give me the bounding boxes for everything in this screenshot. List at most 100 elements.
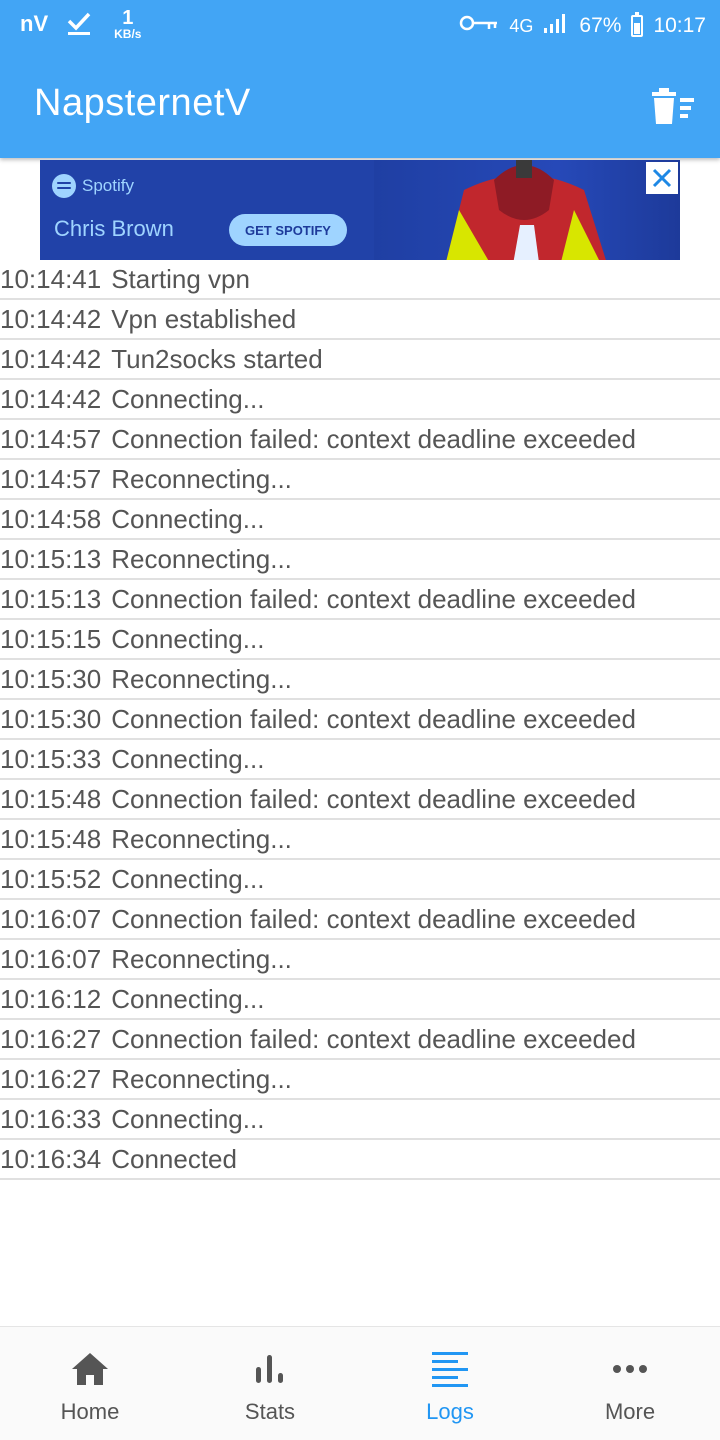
log-row: 10:16:33 Connecting...: [0, 1100, 720, 1140]
log-row: 10:14:42 Vpn established: [0, 300, 720, 340]
log-message: Connecting...: [111, 503, 265, 534]
log-row: 10:15:48 Reconnecting...: [0, 820, 720, 860]
home-icon: [70, 1351, 110, 1387]
log-message: Connecting...: [111, 383, 265, 414]
close-icon[interactable]: [646, 162, 678, 194]
tab-more-label: More: [604, 1399, 656, 1424]
clock: 10:17: [653, 14, 706, 37]
log-message: Connection failed: context deadline exce…: [111, 903, 636, 934]
log-list: 10:14:41 Starting vpn 10:14:42 Vpn establis…: [0, 260, 720, 1180]
check-icon: [66, 9, 92, 40]
ad-brand: Spotify: [52, 174, 134, 198]
ad-artwork: [446, 160, 606, 260]
top-bar: nV 1 KB/s 4G 67% 10:17 NapsternetV: [0, 0, 720, 158]
log-message: Connecting...: [111, 623, 265, 654]
log-row: 10:15:48 Connection failed: context deadl…: [0, 780, 720, 820]
log-time: 10:16:33: [0, 1103, 102, 1134]
tab-stats[interactable]: Stats: [180, 1327, 360, 1440]
log-message: Connecting...: [111, 1103, 265, 1134]
log-message: Connection failed: context deadline exce…: [111, 783, 636, 814]
network-speed: 1 KB/s: [114, 7, 142, 41]
log-row: 10:14:42 Connecting...: [0, 380, 720, 420]
log-message: Reconnecting...: [111, 463, 292, 494]
log-row: 10:16:27 Connection failed: context deadl…: [0, 1020, 720, 1060]
logs-icon: [430, 1351, 470, 1387]
app-bar: NapsternetV: [0, 52, 720, 158]
log-time: 10:15:33: [0, 743, 102, 774]
log-row: 10:15:15 Connecting...: [0, 620, 720, 660]
delete-sweep-icon[interactable]: [650, 88, 696, 124]
log-time: 10:14:42: [0, 383, 102, 414]
log-message: Vpn established: [111, 303, 297, 334]
log-row: 10:15:13 Reconnecting...: [0, 540, 720, 580]
log-time: 10:15:30: [0, 703, 102, 734]
ad-artist: Chris Brown: [54, 216, 174, 241]
log-time: 10:14:42: [0, 303, 102, 334]
tab-home-label: Home: [60, 1399, 120, 1424]
stats-icon: [250, 1351, 290, 1387]
log-row: 10:14:57 Connection failed: context deadl…: [0, 420, 720, 460]
log-time: 10:14:57: [0, 423, 102, 454]
log-row: 10:14:57 Reconnecting...: [0, 460, 720, 500]
log-time: 10:16:07: [0, 903, 102, 934]
log-row: 10:16:34 Connected: [0, 1140, 720, 1180]
log-time: 10:15:13: [0, 583, 102, 614]
log-row: 10:15:30 Connection failed: context deadl…: [0, 700, 720, 740]
tab-logs-label: Logs: [426, 1399, 474, 1424]
log-message: Starting vpn: [111, 263, 250, 294]
log-row: 10:14:41 Starting vpn: [0, 260, 720, 300]
log-time: 10:15:48: [0, 783, 102, 814]
signal-icon: [543, 12, 569, 40]
log-message: Reconnecting...: [111, 823, 292, 854]
bottom-nav: Home Stats Logs More: [0, 1326, 720, 1440]
network-type: 4G: [509, 15, 534, 36]
log-row: 10:15:52 Connecting...: [0, 860, 720, 900]
log-row: 10:15:33 Connecting...: [0, 740, 720, 780]
tab-stats-label: Stats: [244, 1399, 296, 1424]
log-time: 10:15:30: [0, 663, 102, 694]
log-time: 10:16:27: [0, 1063, 102, 1094]
log-row: 10:14:58 Connecting...: [0, 500, 720, 540]
log-time: 10:14:57: [0, 463, 102, 494]
log-time: 10:16:07: [0, 943, 102, 974]
log-time: 10:15:52: [0, 863, 102, 894]
status-bar: nV 1 KB/s 4G 67% 10:17: [0, 0, 720, 52]
log-message: Connecting...: [111, 863, 265, 894]
log-message: Connected: [111, 1143, 237, 1174]
log-time: 10:16:12: [0, 983, 102, 1014]
log-message: Connecting...: [111, 983, 265, 1014]
log-time: 10:15:48: [0, 823, 102, 854]
log-time: 10:14:41: [0, 263, 102, 294]
log-message: Connection failed: context deadline exce…: [111, 703, 636, 734]
ad-brand-label: Spotify: [82, 176, 134, 195]
tab-home[interactable]: Home: [0, 1327, 180, 1440]
log-row: 10:15:13 Connection failed: context deadl…: [0, 580, 720, 620]
log-time: 10:16:27: [0, 1023, 102, 1054]
log-row: 10:15:30 Reconnecting...: [0, 660, 720, 700]
battery-icon: [631, 12, 644, 37]
log-message: Connecting...: [111, 743, 265, 774]
log-message: Reconnecting...: [111, 943, 292, 974]
log-row: 10:16:12 Connecting...: [0, 980, 720, 1020]
log-message: Connection failed: context deadline exce…: [111, 423, 636, 454]
app-title: NapsternetV: [34, 82, 251, 124]
get-spotify-button[interactable]: GET SPOTIFY: [229, 214, 347, 246]
log-message: Connection failed: context deadline exce…: [111, 583, 636, 614]
log-row: 10:16:07 Reconnecting...: [0, 940, 720, 980]
log-row: 10:16:27 Reconnecting...: [0, 1060, 720, 1100]
log-time: 10:16:34: [0, 1143, 102, 1174]
log-row: 10:14:42 Tun2socks started: [0, 340, 720, 380]
app-badge: nV: [20, 11, 49, 36]
spotify-logo-icon: [52, 174, 76, 198]
vpn-key-icon: [459, 14, 499, 38]
log-message: Connection failed: context deadline exce…: [111, 1023, 636, 1054]
log-time: 10:14:58: [0, 503, 102, 534]
log-message: Tun2socks started: [111, 343, 323, 374]
log-message: Reconnecting...: [111, 543, 292, 574]
log-time: 10:15:13: [0, 543, 102, 574]
log-message: Reconnecting...: [111, 1063, 292, 1094]
ad-banner[interactable]: Spotify Chris Brown GET SPOTIFY: [40, 160, 680, 260]
tab-more[interactable]: More: [540, 1327, 720, 1440]
tab-logs[interactable]: Logs: [360, 1327, 540, 1440]
log-row: 10:16:07 Connection failed: context deadl…: [0, 900, 720, 940]
